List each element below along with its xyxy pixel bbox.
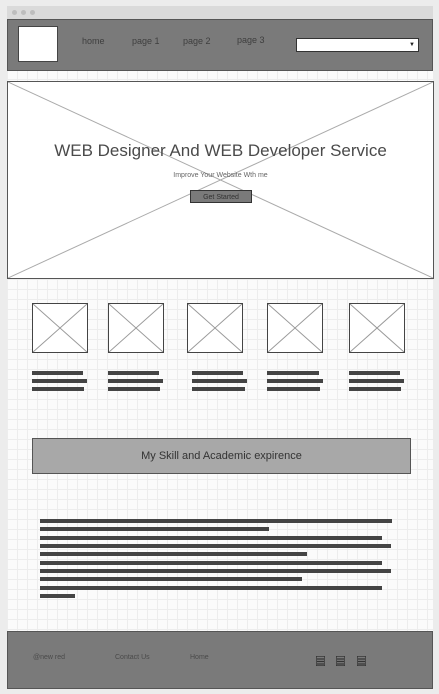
text-placeholder xyxy=(40,544,391,548)
browser-chrome xyxy=(7,6,433,19)
logo-placeholder[interactable] xyxy=(18,26,58,62)
text-placeholder xyxy=(108,379,163,383)
thumbnail-image[interactable] xyxy=(108,303,164,353)
text-placeholder xyxy=(267,371,319,375)
text-placeholder xyxy=(32,371,83,375)
nav-page-3[interactable]: page 3 xyxy=(237,35,265,45)
text-placeholder xyxy=(32,379,87,383)
site-header: home page 1 page 2 page 3 ▼ xyxy=(7,19,433,71)
text-placeholder xyxy=(349,387,401,391)
text-placeholder xyxy=(40,569,391,573)
text-placeholder xyxy=(40,594,75,598)
footer-brand[interactable]: @new red xyxy=(33,654,65,661)
window-dot[interactable] xyxy=(21,10,26,15)
window-dot[interactable] xyxy=(30,10,35,15)
text-placeholder xyxy=(349,379,404,383)
page: home page 1 page 2 page 3 ▼ WEB Designer… xyxy=(7,19,434,689)
text-placeholder xyxy=(40,586,382,590)
footer-contact-link[interactable]: Contact Us xyxy=(115,654,150,661)
footer-home-link[interactable]: Home xyxy=(190,654,209,661)
text-placeholder xyxy=(40,577,302,581)
text-placeholder xyxy=(192,387,245,391)
list-icon[interactable] xyxy=(357,656,366,666)
text-placeholder xyxy=(40,527,269,531)
text-placeholder xyxy=(267,387,320,391)
text-placeholder xyxy=(40,536,382,540)
thumbnail-image[interactable] xyxy=(267,303,323,353)
hero-subtitle: Improve Your Website Wth me xyxy=(173,172,268,179)
image-placeholder-icon xyxy=(268,304,322,352)
hero-title: WEB Designer And WEB Developer Service xyxy=(54,141,387,160)
text-placeholder xyxy=(192,379,247,383)
nav-page-1[interactable]: page 1 xyxy=(132,36,160,46)
nav-home[interactable]: home xyxy=(82,36,105,46)
text-placeholder xyxy=(40,561,382,565)
thumbnail-image[interactable] xyxy=(32,303,88,353)
list-icon[interactable] xyxy=(336,656,345,666)
text-placeholder xyxy=(192,371,243,375)
text-placeholder xyxy=(108,387,160,391)
list-icon[interactable] xyxy=(316,656,325,666)
thumbnail-image[interactable] xyxy=(349,303,405,353)
image-placeholder-icon xyxy=(109,304,163,352)
skills-section-header: My Skill and Academic expirence xyxy=(32,438,411,474)
text-placeholder xyxy=(349,371,400,375)
image-placeholder-icon xyxy=(8,82,433,278)
header-dropdown[interactable]: ▼ xyxy=(296,38,419,52)
window-dot[interactable] xyxy=(12,10,17,15)
text-placeholder xyxy=(267,379,323,383)
thumbnail-image[interactable] xyxy=(187,303,243,353)
image-placeholder-icon xyxy=(188,304,242,352)
get-started-button[interactable]: Get Started xyxy=(190,190,252,203)
image-placeholder-icon xyxy=(33,304,87,352)
image-placeholder-icon xyxy=(350,304,404,352)
hero-banner: WEB Designer And WEB Developer Service I… xyxy=(7,81,434,279)
nav-page-2[interactable]: page 2 xyxy=(183,36,211,46)
caret-down-icon: ▼ xyxy=(409,42,415,48)
text-placeholder xyxy=(40,519,392,523)
text-placeholder xyxy=(108,371,159,375)
site-footer: @new red Contact Us Home xyxy=(7,631,433,689)
section-title: My Skill and Academic expirence xyxy=(141,450,302,462)
text-placeholder xyxy=(40,552,307,556)
text-placeholder xyxy=(32,387,84,391)
